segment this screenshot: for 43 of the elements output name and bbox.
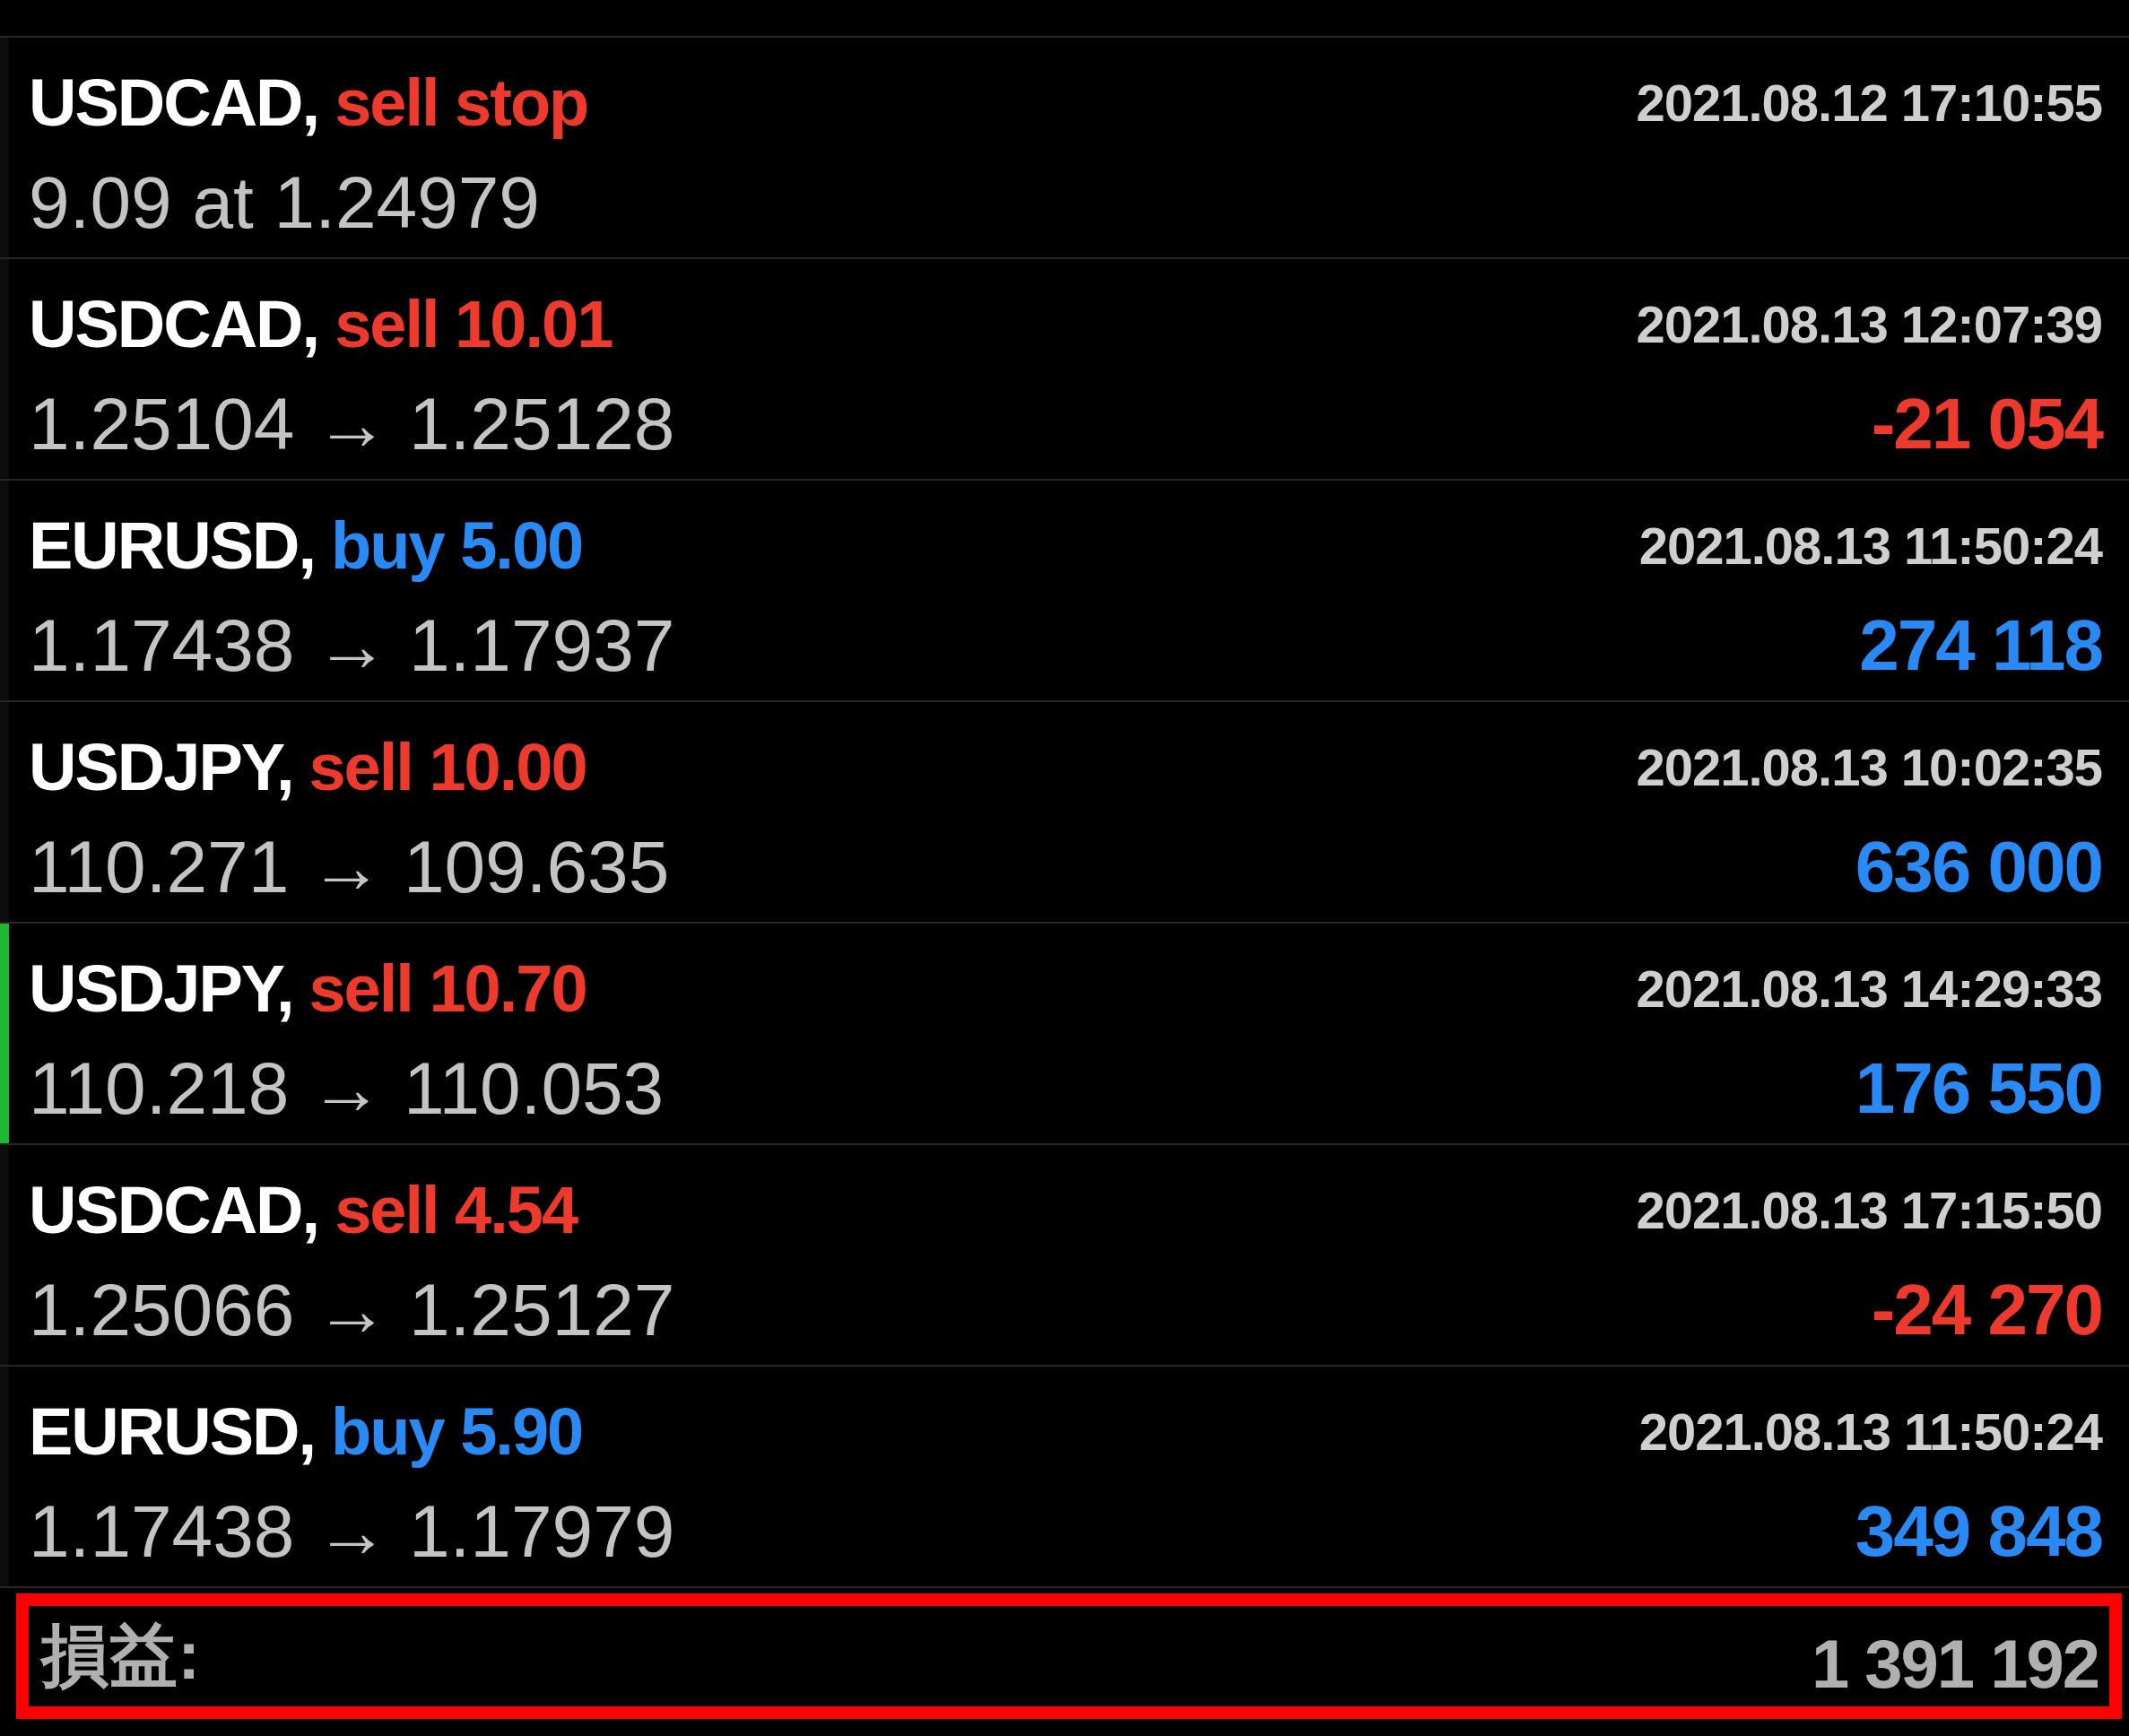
order-type-text: buy 5.00 bbox=[331, 507, 583, 584]
profit-text: 274 118 bbox=[1859, 604, 2102, 687]
price-text: 1.25066 → 1.25127 bbox=[29, 1268, 675, 1352]
order-row[interactable]: USDCAD, sell stop 2021.08.12 17:10:55 9.09 at 1.24979 bbox=[0, 38, 2129, 259]
date-text: 2021.08.13 11:50:24 bbox=[1638, 515, 2102, 576]
profit-text: 176 550 bbox=[1855, 1047, 2102, 1130]
date-text: 2021.08.13 12:07:39 bbox=[1636, 293, 2102, 354]
symbol-text: EURUSD, bbox=[29, 507, 316, 584]
price-text: 110.271 → 109.635 bbox=[29, 825, 670, 909]
date-text: 2021.08.13 14:29:33 bbox=[1636, 958, 2102, 1019]
price-text: 1.17438 → 1.17937 bbox=[29, 603, 675, 688]
date-text: 2021.08.13 11:50:24 bbox=[1638, 1401, 2102, 1462]
symbol-text: USDJPY, bbox=[29, 950, 293, 1027]
symbol-text: USDJPY, bbox=[29, 728, 293, 805]
order-type-text: sell stop bbox=[335, 64, 588, 141]
order-row[interactable]: USDCAD, sell 4.54 2021.08.13 17:15:50 1.25066 → 1.25127 -24 270 bbox=[0, 1145, 2129, 1367]
order-type-text: buy 5.90 bbox=[331, 1393, 583, 1470]
order-type-text: sell 4.54 bbox=[335, 1171, 578, 1248]
order-row[interactable]: USDCAD, sell 10.01 2021.08.13 12:07:39 1.25104 → 1.25128 -21 054 bbox=[0, 259, 2129, 481]
date-text: 2021.08.13 10:02:35 bbox=[1636, 736, 2102, 797]
order-row[interactable]: USDJPY, sell 10.00 2021.08.13 10:02:35 110.271 → 109.635 636 000 bbox=[0, 702, 2129, 924]
price-text: 9.09 at 1.24979 bbox=[29, 161, 540, 245]
symbol-text: USDCAD, bbox=[29, 285, 319, 362]
profit-text: 349 848 bbox=[1855, 1490, 2102, 1573]
price-text: 1.25104 → 1.25128 bbox=[29, 382, 675, 466]
total-value: 1 391 192 bbox=[1811, 1625, 2099, 1703]
profit-text: 636 000 bbox=[1855, 826, 2102, 908]
date-text: 2021.08.13 17:15:50 bbox=[1636, 1179, 2102, 1240]
profit-text: -21 054 bbox=[1871, 383, 2102, 465]
price-text: 1.17438 → 1.17979 bbox=[29, 1489, 675, 1574]
profit-text: -24 270 bbox=[1871, 1269, 2102, 1351]
price-text: 110.218 → 110.053 bbox=[29, 1046, 665, 1131]
order-row[interactable]: USDJPY, sell 10.70 2021.08.13 14:29:33 110.218 → 110.053 176 550 bbox=[0, 924, 2129, 1145]
symbol-text: USDCAD, bbox=[29, 64, 319, 141]
order-type-text: sell 10.70 bbox=[308, 950, 587, 1027]
order-type-text: sell 10.00 bbox=[308, 728, 587, 805]
symbol-text: EURUSD, bbox=[29, 1393, 316, 1470]
order-row[interactable]: EURUSD, buy 5.00 2021.08.13 11:50:24 1.17438 → 1.17937 274 118 bbox=[0, 481, 2129, 702]
total-label: 損益: bbox=[41, 1616, 201, 1695]
order-row[interactable]: EURUSD, buy 5.90 2021.08.13 11:50:24 1.17438 → 1.17979 349 848 bbox=[0, 1367, 2129, 1588]
order-type-text: sell 10.01 bbox=[335, 285, 613, 362]
symbol-text: USDCAD, bbox=[29, 1171, 319, 1248]
date-text: 2021.08.12 17:10:55 bbox=[1636, 72, 2102, 133]
